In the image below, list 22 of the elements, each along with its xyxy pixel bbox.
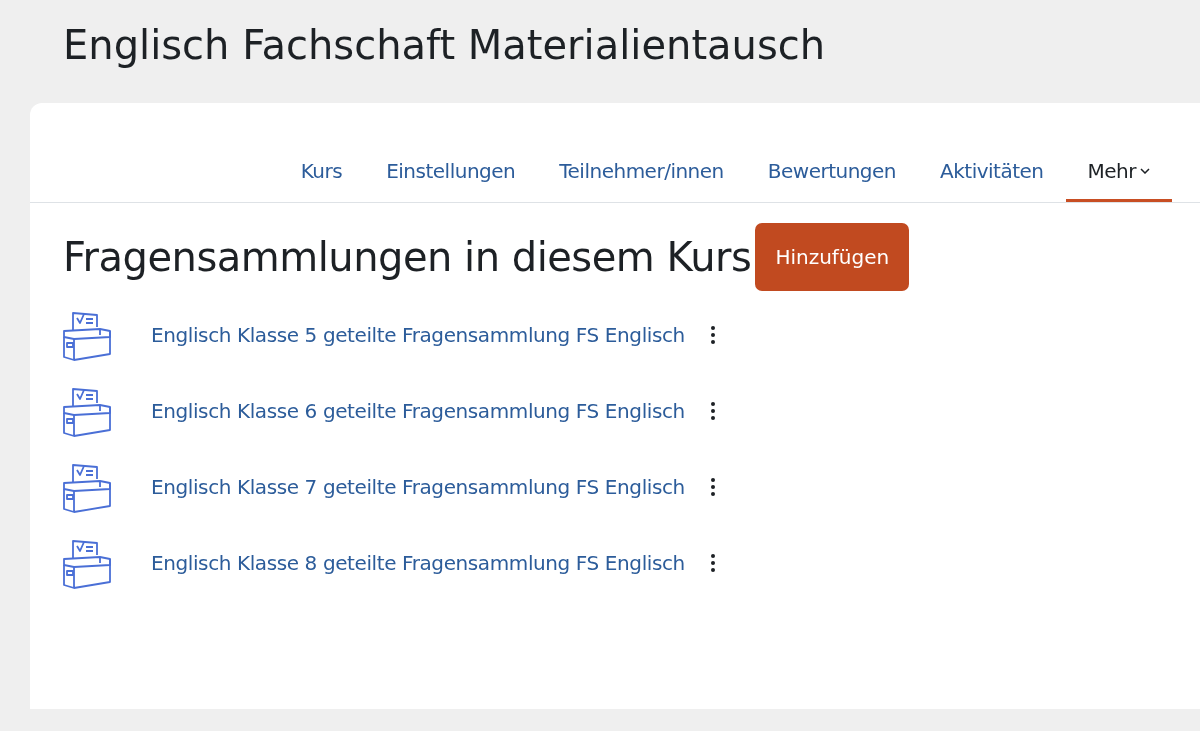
section-heading: Fragensammlungen in diesem Kurs xyxy=(63,234,752,280)
nav-tab[interactable]: Mehr xyxy=(1065,147,1172,202)
nav-tab[interactable]: Bewertungen xyxy=(745,147,919,202)
question-bank-link[interactable]: Englisch Klasse 7 geteilte Fragensammlung FS Englisch xyxy=(151,475,685,499)
question-bank-link[interactable]: Englisch Klasse 8 geteilte Fragensammlung FS Englisch xyxy=(151,551,685,575)
page-title: Englisch Fachschaft Materialientausch xyxy=(62,21,827,70)
card-box-icon xyxy=(63,309,111,361)
question-bank-link[interactable]: Englisch Klasse 6 geteilte Fragensammlung FS Englisch xyxy=(151,399,685,423)
card-box-icon xyxy=(63,461,111,513)
nav-tab[interactable]: Einstellungen xyxy=(364,147,538,202)
card-box-icon xyxy=(63,537,111,589)
nav-tab[interactable]: Teilnehmer/innen xyxy=(537,147,746,202)
question-bank-link[interactable]: Englisch Klasse 5 geteilte Fragensammlung FS Englisch xyxy=(151,323,685,347)
add-button[interactable]: Hinzufügen xyxy=(755,223,910,291)
more-options-icon[interactable] xyxy=(710,402,715,420)
nav-tab[interactable]: Aktivitäten xyxy=(918,147,1066,202)
nav-tab[interactable]: Kurs xyxy=(278,147,365,202)
more-options-icon[interactable] xyxy=(710,554,715,572)
caret-icon xyxy=(1140,168,1150,174)
more-options-icon[interactable] xyxy=(710,478,715,496)
more-options-icon[interactable] xyxy=(710,326,715,344)
card-box-icon xyxy=(63,385,111,437)
